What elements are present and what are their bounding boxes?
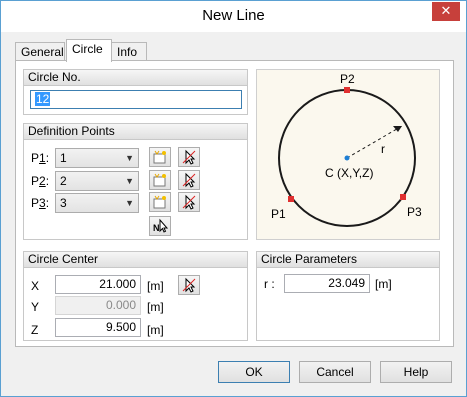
p1-label: P1:	[31, 151, 50, 165]
center-pick-button[interactable]	[178, 275, 200, 295]
p1-new-node-button[interactable]	[149, 147, 171, 167]
x-unit: [m]	[147, 279, 164, 293]
y-unit: [m]	[147, 300, 164, 314]
radius-line	[346, 125, 403, 159]
chevron-down-icon: ▼	[125, 176, 134, 186]
center-z-input[interactable]: 9.500	[55, 318, 141, 337]
cancel-button[interactable]: Cancel	[299, 361, 371, 383]
x-label: X	[31, 279, 40, 293]
p2-pick-button[interactable]	[178, 170, 200, 190]
help-button[interactable]: Help	[380, 361, 452, 383]
center-marker	[344, 155, 350, 161]
circle-diagram: P2 P1 P3 r C (X,Y,Z)	[256, 69, 440, 240]
circle-no-input[interactable]: 12	[30, 90, 242, 109]
p2-diagram-label: P2	[340, 72, 355, 86]
circle-parameters-title: Circle Parameters	[257, 252, 439, 268]
pointer-pick-icon	[182, 277, 196, 293]
radius-unit: [m]	[375, 277, 392, 291]
new-node-icon	[153, 150, 166, 164]
definition-points-title: Definition Points	[24, 124, 247, 140]
tab-circle[interactable]: Circle	[66, 39, 112, 62]
radius-input[interactable]: 23.049	[284, 274, 370, 293]
p2-marker	[344, 87, 350, 93]
p1-marker	[288, 196, 294, 202]
circle-center-group: Circle Center X 21.000 [m] Y 0.000 [m] Z…	[23, 251, 248, 341]
p2-label: P2:	[31, 174, 50, 188]
center-diagram-label: C (X,Y,Z)	[325, 166, 373, 180]
tab-info[interactable]: Info	[111, 42, 147, 61]
p2-new-node-button[interactable]	[149, 170, 171, 190]
ok-button[interactable]: OK	[218, 361, 290, 383]
radius-label: r :	[264, 277, 275, 291]
radius-arrowhead	[393, 126, 402, 132]
center-y-input: 0.000	[55, 296, 141, 315]
p3-new-node-button[interactable]	[149, 192, 171, 212]
p2-value: 2	[60, 174, 67, 188]
pick-all-points-button[interactable]: N	[149, 216, 171, 236]
p3-diagram-label: P3	[407, 205, 422, 219]
circle-no-title: Circle No.	[24, 70, 247, 86]
new-line-dialog: New Line ✕ General Circle Info Circle No…	[0, 0, 467, 397]
chevron-down-icon: ▼	[125, 198, 134, 208]
p1-diagram-label: P1	[271, 207, 286, 221]
p3-label: P3:	[31, 196, 50, 210]
pointer-pick-icon	[182, 149, 196, 165]
definition-points-group: Definition Points P1: 1 ▼ P2: 2 ▼ P3: 3 …	[23, 123, 248, 240]
chevron-down-icon: ▼	[125, 153, 134, 163]
window-title: New Line	[202, 7, 265, 24]
pointer-pick-icon	[182, 172, 196, 188]
circle-parameters-group: Circle Parameters r : 23.049 [m]	[256, 251, 440, 341]
p3-select[interactable]: 3 ▼	[55, 193, 139, 213]
title-bar: New Line ✕	[1, 1, 466, 32]
circle-no-group: Circle No. 12	[23, 69, 248, 115]
p1-select[interactable]: 1 ▼	[55, 148, 139, 168]
tab-general[interactable]: General	[15, 42, 65, 61]
y-label: Y	[31, 300, 40, 314]
circle-no-value: 12	[35, 92, 51, 106]
close-button[interactable]: ✕	[432, 2, 460, 21]
new-node-icon	[153, 173, 166, 187]
svg-text:N: N	[153, 223, 160, 233]
circle-center-title: Circle Center	[24, 252, 247, 268]
radius-diagram-label: r	[381, 142, 385, 156]
pointer-pick-icon	[182, 194, 196, 210]
p1-value: 1	[60, 151, 67, 165]
pick-multiple-nodes-icon: N	[153, 218, 169, 233]
z-label: Z	[31, 323, 39, 337]
p1-pick-button[interactable]	[178, 147, 200, 167]
center-x-input[interactable]: 21.000	[55, 275, 141, 294]
p3-marker	[400, 194, 406, 200]
p2-select[interactable]: 2 ▼	[55, 171, 139, 191]
p3-value: 3	[60, 196, 67, 210]
circle-diagram-figure: P2 P1 P3 r C (X,Y,Z)	[271, 72, 422, 227]
z-unit: [m]	[147, 323, 164, 337]
p3-pick-button[interactable]	[178, 192, 200, 212]
new-node-icon	[153, 195, 166, 209]
